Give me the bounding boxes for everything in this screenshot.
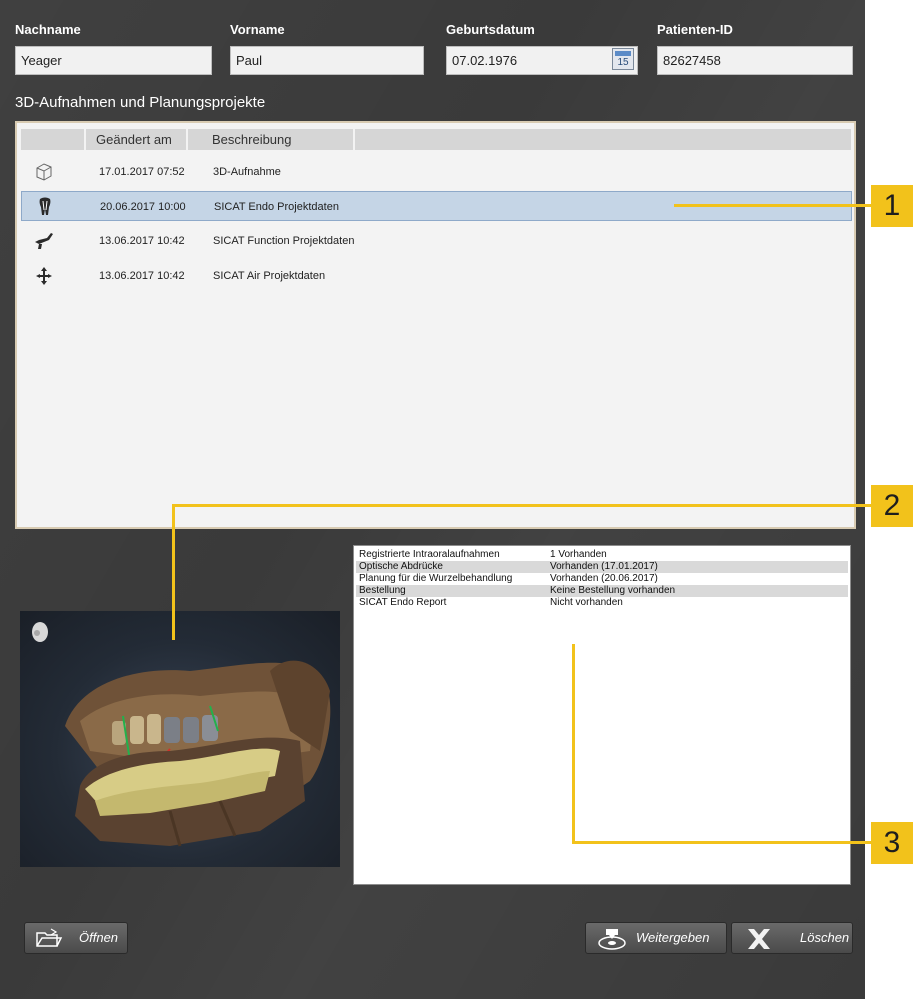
3d-preview-image [20, 611, 340, 867]
details-key: Optische Abdrücke [359, 561, 443, 572]
callout-badge-2: 2 [871, 485, 913, 527]
share-disc-icon [598, 929, 626, 950]
open-button-label: Öffnen [79, 930, 119, 945]
project-date: 17.01.2017 07:52 [99, 166, 185, 178]
folder-open-icon [36, 928, 63, 947]
column-header-description[interactable]: Beschreibung [188, 129, 354, 150]
patient-id-field[interactable]: 82627458 [657, 46, 853, 75]
project-description: 3D-Aufnahme [213, 166, 281, 178]
callout-badge-1: 1 [871, 185, 913, 227]
birthdate-field[interactable]: 07.02.1976 [446, 46, 638, 75]
jaw-function-icon [35, 233, 53, 249]
project-row-air[interactable]: 13.06.2017 10:42 SICAT Air Projektdaten [21, 261, 852, 291]
callout-line-2-horizontal [172, 504, 871, 507]
project-details-table: Registrierte Intraoralaufnahmen 1 Vorhan… [353, 545, 851, 885]
calendar-icon[interactable]: 15 [612, 48, 634, 70]
firstname-label: Vorname [230, 22, 285, 37]
details-row: Planung für die Wurzelbehandlung Vorhand… [356, 573, 848, 585]
lastname-field[interactable]: Yeager [15, 46, 212, 75]
project-date: 13.06.2017 10:42 [99, 235, 185, 247]
details-value: Keine Bestellung vorhanden [550, 585, 676, 596]
head-orientation-icon [32, 622, 48, 642]
details-row: SICAT Endo Report Nicht vorhanden [356, 597, 848, 609]
delete-button[interactable]: Löschen [731, 922, 853, 954]
share-button[interactable]: Weitergeben [585, 922, 727, 954]
patient-id-label: Patienten-ID [657, 22, 733, 37]
callout-line-3-horizontal [572, 841, 871, 844]
project-row-function[interactable]: 13.06.2017 10:42 SICAT Function Projektd… [21, 226, 852, 256]
jaw-3d-render [32, 622, 331, 847]
tooth-endo-icon [39, 197, 51, 215]
project-row-3d-scan[interactable]: 17.01.2017 07:52 3D-Aufnahme [21, 157, 852, 187]
birthdate-label: Geburtsdatum [446, 22, 535, 37]
callout-line-3-vertical [572, 644, 575, 844]
column-header-icon [21, 129, 85, 150]
delete-button-label: Löschen [800, 930, 850, 945]
delete-x-icon [748, 929, 770, 949]
details-key: Registrierte Intraoralaufnahmen [359, 549, 500, 560]
column-header-filler [355, 129, 852, 150]
callout-line-1 [674, 204, 871, 207]
details-value: Nicht vorhanden [550, 597, 623, 608]
firstname-field[interactable]: Paul [230, 46, 424, 75]
project-date: 13.06.2017 10:42 [99, 270, 185, 282]
details-value: Vorhanden (17.01.2017) [550, 561, 658, 572]
callout-badge-3: 3 [871, 822, 913, 864]
details-value: 1 Vorhanden [550, 549, 607, 560]
calendar-day: 15 [617, 57, 629, 68]
3d-volume-cube-icon [36, 163, 52, 181]
lastname-label: Nachname [15, 22, 81, 37]
share-button-label: Weitergeben [636, 930, 710, 945]
details-row: Bestellung Keine Bestellung vorhanden [356, 585, 848, 597]
air-arrows-icon [36, 267, 52, 285]
project-description: SICAT Function Projektdaten [213, 235, 355, 247]
details-key: SICAT Endo Report [359, 597, 447, 608]
callout-line-2-vertical [172, 504, 175, 640]
details-row: Optische Abdrücke Vorhanden (17.01.2017) [356, 561, 848, 573]
project-date: 20.06.2017 10:00 [100, 201, 186, 213]
project-description: SICAT Air Projektdaten [213, 270, 326, 282]
patient-window: Nachname Yeager Vorname Paul Geburtsdatu… [0, 0, 865, 999]
details-value: Vorhanden (20.06.2017) [550, 573, 658, 584]
details-row: Registrierte Intraoralaufnahmen 1 Vorhan… [356, 549, 848, 561]
project-description: SICAT Endo Projektdaten [214, 201, 339, 213]
column-header-date[interactable]: Geändert am [86, 129, 187, 150]
projects-section-title: 3D-Aufnahmen und Planungsprojekte [15, 94, 266, 111]
details-key: Planung für die Wurzelbehandlung [359, 573, 513, 584]
projects-list: Geändert am Beschreibung 17.01.2017 07:5… [15, 121, 856, 529]
open-button[interactable]: Öffnen [24, 922, 128, 954]
details-key: Bestellung [359, 585, 406, 596]
